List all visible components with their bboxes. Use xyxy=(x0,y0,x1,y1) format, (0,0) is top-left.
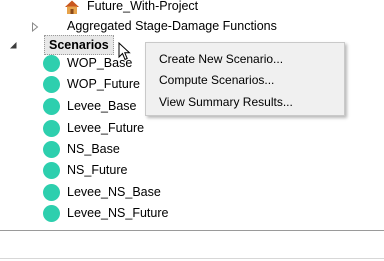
status-circle-icon xyxy=(43,141,60,158)
status-circle-icon xyxy=(43,76,60,93)
menu-item-view-summary-results[interactable]: View Summary Results... xyxy=(147,91,343,113)
tree-item-label: Levee_Base xyxy=(67,99,137,113)
tree-item-label: Levee_NS_Future xyxy=(67,206,169,220)
mouse-pointer-icon xyxy=(118,41,132,62)
tree-item-ns-future[interactable]: NS_Future xyxy=(0,160,384,181)
tree-item-levee-ns-base[interactable]: Levee_NS_Base xyxy=(0,182,384,203)
tree-item-label: Future_With-Project xyxy=(87,0,199,13)
bottom-panel xyxy=(0,230,384,261)
status-circle-icon xyxy=(43,162,60,179)
house-icon xyxy=(64,0,80,15)
menu-item-compute-scenarios[interactable]: Compute Scenarios... xyxy=(147,69,343,91)
tree-item-label: NS_Base xyxy=(67,142,120,156)
status-circle-icon xyxy=(43,205,60,222)
status-circle-icon xyxy=(43,55,60,72)
tree-item-ns-base[interactable]: NS_Base xyxy=(0,139,384,160)
scenarios-context-menu: Create New Scenario... Compute Scenarios… xyxy=(145,42,345,116)
status-circle-icon xyxy=(43,98,60,115)
scenarios-folder-label: Scenarios xyxy=(44,35,114,55)
tree-item-levee-ns-future[interactable]: Levee_NS_Future xyxy=(0,203,384,224)
tree-item-label: WOP_Future xyxy=(67,77,140,91)
tree-item-future-with-project[interactable]: Future_With-Project xyxy=(0,0,384,17)
expanded-triangle-icon[interactable] xyxy=(8,40,18,50)
menu-item-create-new-scenario[interactable]: Create New Scenario... xyxy=(147,48,343,70)
tree-item-label: Levee_Future xyxy=(67,121,145,135)
collapsed-triangle-icon[interactable] xyxy=(30,22,40,32)
tree-item-label: Levee_NS_Base xyxy=(67,185,161,199)
status-circle-icon xyxy=(43,184,60,201)
tree-item-levee-future[interactable]: Levee_Future xyxy=(0,118,384,139)
status-circle-icon xyxy=(43,120,60,137)
tree-item-label: NS_Future xyxy=(67,163,128,177)
